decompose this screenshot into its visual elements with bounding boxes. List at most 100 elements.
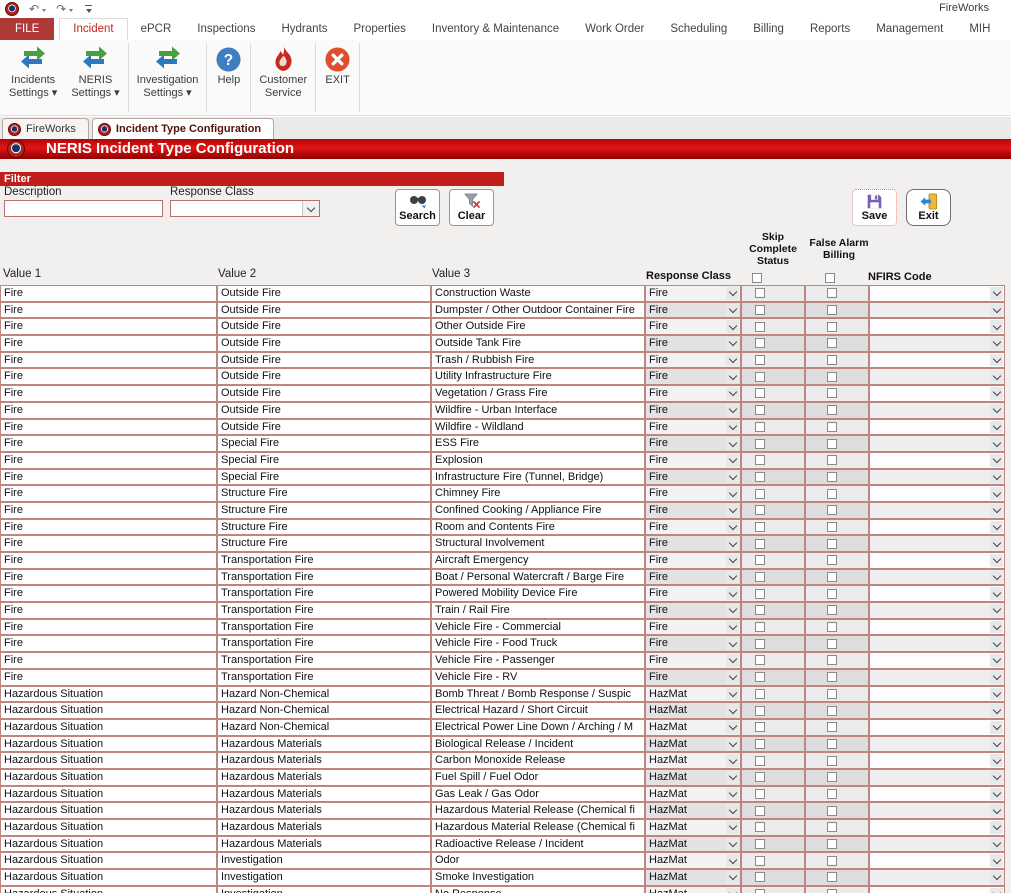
- chevron-down-icon[interactable]: [726, 721, 739, 734]
- response-class-select[interactable]: Fire: [645, 569, 741, 586]
- value1-cell[interactable]: Fire: [0, 635, 217, 652]
- value1-cell[interactable]: Hazardous Situation: [0, 786, 217, 803]
- false-alarm-billing-checkbox[interactable]: [827, 439, 837, 449]
- value1-cell[interactable]: Fire: [0, 669, 217, 686]
- value1-cell[interactable]: Fire: [0, 585, 217, 602]
- value3-cell[interactable]: Vehicle Fire - Commercial: [431, 619, 645, 636]
- ribbon-tab-management[interactable]: Management: [863, 18, 956, 40]
- false-alarm-billing-checkbox[interactable]: [827, 689, 837, 699]
- false-alarm-billing-checkbox[interactable]: [827, 539, 837, 549]
- chevron-down-icon[interactable]: [990, 554, 1003, 567]
- value1-cell[interactable]: Fire: [0, 569, 217, 586]
- chevron-down-icon[interactable]: [726, 437, 739, 450]
- save-button[interactable]: Save: [852, 189, 897, 226]
- value1-cell[interactable]: Fire: [0, 619, 217, 636]
- chevron-down-icon[interactable]: [726, 587, 739, 600]
- skip-complete-status-header-checkbox[interactable]: [752, 273, 762, 283]
- nfirs-code-select[interactable]: [869, 452, 1005, 469]
- ribbon-tab-scheduling[interactable]: Scheduling: [657, 18, 740, 40]
- chevron-down-icon[interactable]: [726, 337, 739, 350]
- chevron-down-icon[interactable]: [990, 370, 1003, 383]
- value2-cell[interactable]: Structure Fire: [217, 519, 431, 536]
- value2-cell[interactable]: Outside Fire: [217, 335, 431, 352]
- skip-complete-status-checkbox[interactable]: [755, 822, 765, 832]
- response-class-select[interactable]: HazMat: [645, 852, 741, 869]
- chevron-down-icon[interactable]: [726, 354, 739, 367]
- false-alarm-billing-checkbox[interactable]: [827, 405, 837, 415]
- response-class-select[interactable]: Fire: [645, 519, 741, 536]
- value1-cell[interactable]: Fire: [0, 502, 217, 519]
- chevron-down-icon[interactable]: [726, 387, 739, 400]
- value3-cell[interactable]: Wildfire - Wildland: [431, 419, 645, 436]
- ribbon-tab-work-order[interactable]: Work Order: [572, 18, 657, 40]
- nfirs-code-select[interactable]: [869, 686, 1005, 703]
- chevron-down-icon[interactable]: [990, 804, 1003, 817]
- false-alarm-billing-checkbox[interactable]: [827, 722, 837, 732]
- response-class-select[interactable]: Fire: [645, 285, 741, 302]
- false-alarm-billing-checkbox[interactable]: [827, 455, 837, 465]
- false-alarm-billing-checkbox[interactable]: [827, 388, 837, 398]
- chevron-down-icon[interactable]: [726, 287, 739, 300]
- value1-cell[interactable]: Hazardous Situation: [0, 719, 217, 736]
- help-button[interactable]: ?Help: [208, 40, 249, 115]
- value2-cell[interactable]: Transportation Fire: [217, 669, 431, 686]
- chevron-down-icon[interactable]: [726, 621, 739, 634]
- description-input[interactable]: [4, 200, 163, 217]
- response-class-select[interactable]: Fire: [645, 302, 741, 319]
- value2-cell[interactable]: Structure Fire: [217, 502, 431, 519]
- false-alarm-billing-checkbox[interactable]: [827, 772, 837, 782]
- nfirs-code-select[interactable]: [869, 886, 1005, 893]
- response-class-select[interactable]: HazMat: [645, 836, 741, 853]
- value2-cell[interactable]: Transportation Fire: [217, 619, 431, 636]
- value1-cell[interactable]: Hazardous Situation: [0, 702, 217, 719]
- response-class-select[interactable]: Fire: [645, 419, 741, 436]
- skip-complete-status-checkbox[interactable]: [755, 739, 765, 749]
- false-alarm-billing-checkbox[interactable]: [827, 305, 837, 315]
- false-alarm-billing-checkbox[interactable]: [827, 872, 837, 882]
- value1-cell[interactable]: Hazardous Situation: [0, 752, 217, 769]
- value1-cell[interactable]: Hazardous Situation: [0, 769, 217, 786]
- nfirs-code-select[interactable]: [869, 318, 1005, 335]
- nfirs-code-select[interactable]: [869, 469, 1005, 486]
- value2-cell[interactable]: Outside Fire: [217, 318, 431, 335]
- value2-cell[interactable]: Outside Fire: [217, 385, 431, 402]
- chevron-down-icon[interactable]: [726, 654, 739, 667]
- nfirs-code-select[interactable]: [869, 669, 1005, 686]
- value3-cell[interactable]: Electrical Hazard / Short Circuit: [431, 702, 645, 719]
- value3-cell[interactable]: Trash / Rubbish Fire: [431, 352, 645, 369]
- false-alarm-billing-checkbox[interactable]: [827, 889, 837, 893]
- skip-complete-status-checkbox[interactable]: [755, 589, 765, 599]
- skip-complete-status-checkbox[interactable]: [755, 706, 765, 716]
- response-class-select[interactable]: Fire: [645, 502, 741, 519]
- nfirs-code-select[interactable]: [869, 585, 1005, 602]
- chevron-down-icon[interactable]: [990, 571, 1003, 584]
- chevron-down-icon[interactable]: [726, 888, 739, 893]
- value3-cell[interactable]: Gas Leak / Gas Odor: [431, 786, 645, 803]
- nfirs-code-select[interactable]: [869, 736, 1005, 753]
- false-alarm-billing-checkbox[interactable]: [827, 839, 837, 849]
- value2-cell[interactable]: Transportation Fire: [217, 602, 431, 619]
- ribbon-tab-inspections[interactable]: Inspections: [184, 18, 268, 40]
- nfirs-code-select[interactable]: [869, 702, 1005, 719]
- chevron-down-icon[interactable]: [990, 788, 1003, 801]
- chevron-down-icon[interactable]: [302, 201, 319, 216]
- value3-cell[interactable]: Construction Waste: [431, 285, 645, 302]
- skip-complete-status-checkbox[interactable]: [755, 756, 765, 766]
- value2-cell[interactable]: Hazardous Materials: [217, 802, 431, 819]
- value1-cell[interactable]: Fire: [0, 485, 217, 502]
- chevron-down-icon[interactable]: [726, 738, 739, 751]
- value3-cell[interactable]: Vehicle Fire - RV: [431, 669, 645, 686]
- false-alarm-billing-checkbox[interactable]: [827, 706, 837, 716]
- response-class-select[interactable]: Fire: [645, 669, 741, 686]
- value1-cell[interactable]: Fire: [0, 402, 217, 419]
- skip-complete-status-checkbox[interactable]: [755, 539, 765, 549]
- nfirs-code-select[interactable]: [869, 435, 1005, 452]
- skip-complete-status-checkbox[interactable]: [755, 872, 765, 882]
- nfirs-code-select[interactable]: [869, 635, 1005, 652]
- chevron-down-icon[interactable]: [990, 521, 1003, 534]
- chevron-down-icon[interactable]: [990, 621, 1003, 634]
- value3-cell[interactable]: Boat / Personal Watercraft / Barge Fire: [431, 569, 645, 586]
- skip-complete-status-checkbox[interactable]: [755, 305, 765, 315]
- value1-cell[interactable]: Fire: [0, 602, 217, 619]
- value2-cell[interactable]: Structure Fire: [217, 535, 431, 552]
